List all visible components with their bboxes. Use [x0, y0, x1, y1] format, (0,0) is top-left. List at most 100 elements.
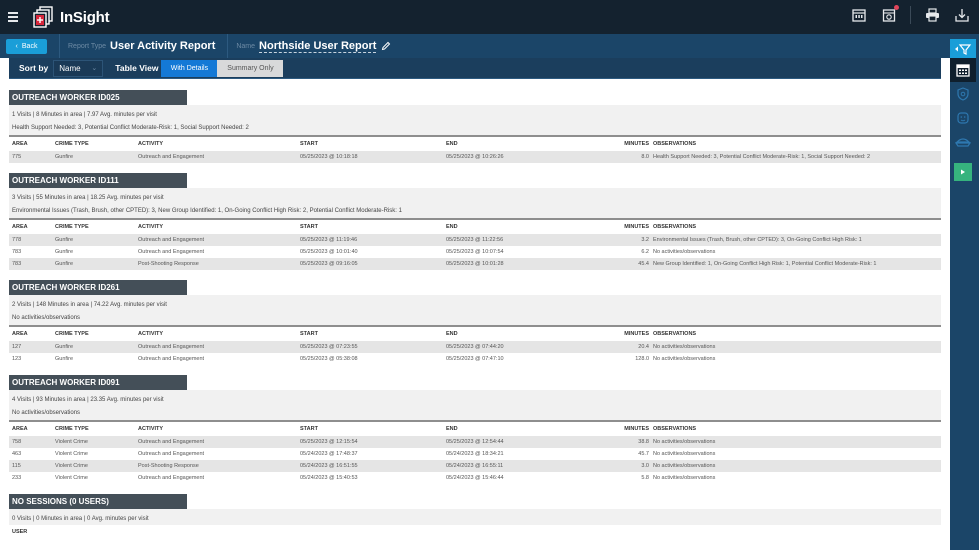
expand-panel-button[interactable] — [954, 163, 972, 181]
cell-col-area: 778 — [12, 237, 22, 243]
cell-col-crime-type: Gunfire — [55, 237, 74, 243]
header-col-minutes: MINUTES — [624, 426, 649, 432]
badge-panel-button[interactable] — [950, 82, 976, 106]
table-row[interactable]: 123 Gunfire Outreach and Engagement 05/25/2… — [9, 353, 941, 365]
cell-col-area: 775 — [12, 154, 22, 160]
cell-col-crime-type: Gunfire — [55, 261, 74, 267]
summary-only-button[interactable]: Summary Only — [217, 59, 284, 77]
back-button[interactable]: ‹ Back — [6, 38, 47, 54]
section-summary: 2 Visits | 148 Minutes in area | 74.22 A… — [9, 295, 941, 325]
header-col-end: END — [446, 426, 458, 432]
header-col-end: END — [446, 331, 458, 337]
cell-col-start: 05/25/2023 @ 09:16:05 — [300, 261, 358, 267]
sort-by-value: Name — [59, 63, 81, 73]
camera-icon[interactable] — [880, 5, 899, 24]
table-row[interactable]: 463 Violent Crime Outreach and Engagement 0… — [9, 448, 941, 460]
cell-col-crime-type: Violent Crime — [55, 439, 88, 445]
cell-col-end: 05/25/2023 @ 10:07:54 — [446, 249, 504, 255]
cell-col-start: 05/25/2023 @ 11:19:46 — [300, 237, 358, 243]
report-header: ‹ Back Report Type User Activity Report … — [0, 34, 950, 58]
cell-col-end: 05/25/2023 @ 10:01:28 — [446, 261, 504, 267]
worker-section: OUTREACH WORKER ID091 4 Visits | 93 Minut… — [9, 375, 941, 484]
header-col-observations: OBSERVATIONS — [653, 141, 697, 147]
table-header: AREA CRIME TYPE ACTIVITY START END MINUTES OBS… — [9, 220, 941, 234]
section-title: OUTREACH WORKER ID111 — [9, 173, 187, 188]
section-summary: 0 Visits | 0 Minutes in area | 0 Avg. mi… — [9, 509, 941, 525]
report-type-label: Report Type — [68, 42, 107, 50]
filter-toggle-button[interactable] — [950, 39, 976, 58]
chevron-left-icon: ‹ — [15, 42, 18, 50]
observation-summary: Environmental Issues (Trash, Brush, othe… — [12, 207, 402, 214]
cell-col-area: 783 — [12, 249, 22, 255]
cell-col-start: 05/25/2023 @ 05:38:08 — [300, 356, 358, 362]
visit-summary: 1 Visits | 8 Minutes in area | 7.97 Avg.… — [12, 111, 157, 118]
table-row[interactable]: 115 Violent Crime Post-Shooting Response 05… — [9, 460, 941, 472]
cell-col-observations: New Group Identified: 1, On-Going Confli… — [653, 261, 877, 267]
table-header: AREA CRIME TYPE ACTIVITY START END MINUTES OBS… — [9, 327, 941, 341]
cell-col-crime-type: Gunfire — [55, 344, 74, 350]
header-col-observations: OBSERVATIONS — [653, 331, 697, 337]
calendar-icon[interactable] — [850, 6, 868, 24]
download-icon[interactable] — [953, 6, 971, 24]
table-row[interactable]: 233 Violent Crime Outreach and Engagement 0… — [9, 472, 941, 484]
cell-col-start: 05/24/2023 @ 15:40:53 — [300, 475, 358, 481]
cell-col-start: 05/25/2023 @ 12:15:54 — [300, 439, 358, 445]
observation-summary: No activities/observations — [12, 314, 81, 321]
report-toolbar: Sort by Name ⌄ Table View With Details S… — [9, 58, 941, 79]
police-cap-panel-button[interactable] — [950, 130, 976, 154]
worker-section: OUTREACH WORKER ID261 2 Visits | 148 Minu… — [9, 280, 941, 365]
header-col-start: START — [300, 224, 318, 230]
header-col-area: AREA — [12, 331, 28, 337]
observation-summary: Health Support Needed: 3, Potential Conf… — [12, 124, 249, 131]
divider — [910, 6, 911, 24]
cell-col-activity: Outreach and Engagement — [138, 344, 205, 350]
table-body: 127 Gunfire Outreach and Engagement 05/25/2… — [9, 341, 941, 365]
cell-col-area: 233 — [12, 475, 22, 481]
officer-panel-button[interactable] — [950, 106, 976, 130]
table-row[interactable]: 778 Gunfire Outreach and Engagement 05/25/2… — [9, 234, 941, 246]
cell-col-observations: No activities/observations — [653, 475, 716, 481]
report-content: OUTREACH WORKER ID025 1 Visits | 8 Minute… — [9, 80, 941, 550]
cell-col-area: 123 — [12, 356, 22, 362]
table-row[interactable]: 783 Gunfire Post-Shooting Response 05/25/20… — [9, 258, 941, 270]
table-row[interactable]: 775 Gunfire Outreach and Engagement 05/25/2… — [9, 151, 941, 163]
calendar-panel-button[interactable] — [950, 58, 976, 82]
right-sidebar — [950, 34, 979, 550]
visit-summary: 0 Visits | 0 Minutes in area | 0 Avg. mi… — [12, 515, 149, 522]
cell-col-minutes: 20.4 — [638, 344, 649, 350]
cell-col-end: 05/24/2023 @ 15:46:44 — [446, 475, 504, 481]
activity-table: AREA CRIME TYPE ACTIVITY START END MINUTES OBS… — [9, 420, 941, 484]
report-name-label: Name — [236, 42, 256, 50]
pencil-icon[interactable] — [381, 41, 391, 51]
cell-col-start: 05/24/2023 @ 16:51:55 — [300, 463, 358, 469]
cell-col-minutes: 3.0 — [641, 463, 649, 469]
cell-col-observations: Environmental Issues (Trash, Brush, othe… — [653, 237, 862, 243]
table-header: AREA CRIME TYPE ACTIVITY START END MINUTES OBS… — [9, 422, 941, 436]
print-icon[interactable] — [923, 6, 941, 24]
divider — [59, 34, 60, 58]
cell-col-activity: Outreach and Engagement — [138, 154, 205, 160]
cell-col-minutes: 5.8 — [641, 475, 649, 481]
cell-col-activity: Outreach and Engagement — [138, 439, 205, 445]
with-details-button[interactable]: With Details — [161, 59, 218, 77]
cell-col-observations: No activities/observations — [653, 249, 716, 255]
cell-col-minutes: 38.8 — [638, 439, 649, 445]
cell-col-end: 05/25/2023 @ 07:44:20 — [446, 344, 504, 350]
sort-by-select[interactable]: Name ⌄ — [53, 59, 104, 77]
table-row[interactable]: 783 Gunfire Outreach and Engagement 05/25/2… — [9, 246, 941, 258]
cell-col-observations: No activities/observations — [653, 439, 716, 445]
cell-col-area: 758 — [12, 439, 22, 445]
cell-col-observations: No activities/observations — [653, 463, 716, 469]
header-col-crime-type: CRIME TYPE — [55, 224, 89, 230]
cell-col-minutes: 8.0 — [641, 154, 649, 160]
cell-col-end: 05/25/2023 @ 10:26:26 — [446, 154, 504, 160]
cell-col-crime-type: Gunfire — [55, 249, 74, 255]
shield-badge-icon — [957, 87, 969, 101]
table-row[interactable]: 758 Violent Crime Outreach and Engagement 0… — [9, 436, 941, 448]
report-name-value[interactable]: Northside User Report — [259, 40, 377, 53]
table-body: 778 Gunfire Outreach and Engagement 05/25/2… — [9, 234, 941, 270]
menu-icon[interactable] — [8, 12, 18, 22]
cell-col-minutes: 3.2 — [641, 237, 649, 243]
table-view-toggle: With Details Summary Only — [161, 59, 284, 77]
table-row[interactable]: 127 Gunfire Outreach and Engagement 05/25/2… — [9, 341, 941, 353]
